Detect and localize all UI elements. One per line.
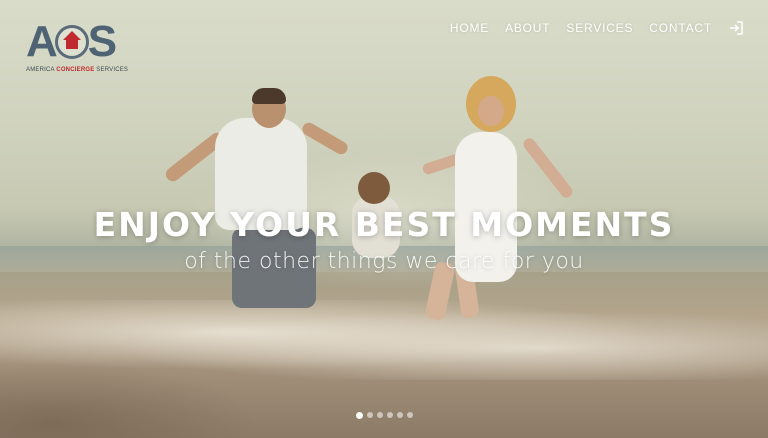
logo-tagline: AMERICA CONCIERGE SERVICES — [26, 67, 130, 73]
slider-dot[interactable] — [386, 412, 393, 418]
slider-dot[interactable] — [355, 411, 363, 419]
logo-letter-s: S — [87, 17, 117, 66]
slider-dot[interactable] — [366, 412, 373, 418]
main-nav: HOME ABOUT SERVICES CONTACT — [450, 20, 744, 36]
hero-subline: of the other things we care for you — [184, 249, 584, 274]
brand-logo[interactable]: A S AMERICA CONCIERGE SERVICES — [26, 20, 130, 80]
logo-tagline-services: SERVICES — [96, 67, 129, 73]
logo-letter-a: A — [26, 17, 58, 66]
slider-dots — [0, 411, 768, 419]
slider-dot[interactable] — [396, 412, 403, 418]
house-icon — [54, 25, 89, 59]
child-head — [358, 172, 390, 204]
logo-mark: A S — [26, 20, 130, 64]
nav-contact[interactable]: CONTACT — [649, 21, 712, 35]
slider-dot[interactable] — [376, 412, 383, 418]
logo-tagline-concierge: CONCIERGE — [56, 67, 95, 73]
woman-face — [478, 96, 504, 126]
nav-home[interactable]: HOME — [450, 21, 489, 35]
slider-dot[interactable] — [406, 412, 413, 418]
hero-headline: ENJOY YOUR BEST MOMENTS — [93, 205, 675, 244]
nav-about[interactable]: ABOUT — [505, 21, 550, 35]
hero-banner: A S AMERICA CONCIERGE SERVICES HOME ABOU… — [0, 0, 768, 438]
wet-sand — [0, 360, 260, 438]
sign-in-icon[interactable] — [728, 20, 744, 36]
nav-services[interactable]: SERVICES — [566, 21, 633, 35]
logo-tagline-america: AMERICA — [26, 67, 55, 73]
man-hair — [252, 88, 286, 104]
